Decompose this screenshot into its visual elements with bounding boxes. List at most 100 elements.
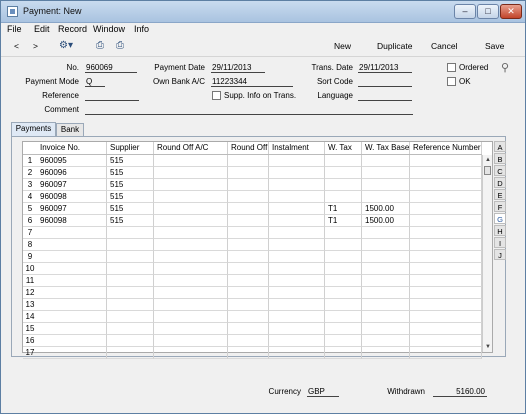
table-cell[interactable]: 1500.00 — [362, 215, 410, 227]
language-field[interactable] — [358, 91, 412, 101]
menu-file[interactable]: File — [7, 24, 22, 34]
table-cell[interactable] — [154, 311, 228, 323]
table-cell[interactable] — [37, 323, 107, 335]
vertical-scrollbar[interactable]: ▲ ▼ — [482, 155, 492, 352]
table-cell[interactable] — [362, 179, 410, 191]
payment-date-field[interactable]: 29/11/2013 — [211, 63, 265, 73]
save-button[interactable]: Save — [485, 41, 504, 51]
table-cell[interactable] — [362, 239, 410, 251]
duplicate-button[interactable]: Duplicate — [377, 41, 412, 51]
maximize-button[interactable]: □ — [477, 4, 499, 19]
table-cell[interactable] — [37, 275, 107, 287]
tab-bank[interactable]: Bank — [56, 123, 84, 136]
menu-window[interactable]: Window — [93, 24, 125, 34]
table-cell[interactable] — [37, 227, 107, 239]
table-cell[interactable] — [107, 287, 154, 299]
letter-tab-h[interactable]: H — [494, 225, 506, 236]
table-cell[interactable] — [269, 299, 325, 311]
letter-tab-e[interactable]: E — [494, 189, 506, 200]
table-cell[interactable] — [228, 311, 269, 323]
table-cell[interactable] — [325, 167, 362, 179]
table-cell[interactable] — [362, 191, 410, 203]
table-cell[interactable] — [325, 347, 362, 359]
cancel-button[interactable]: Cancel — [431, 41, 457, 51]
table-cell[interactable] — [37, 347, 107, 359]
table-cell[interactable] — [269, 335, 325, 347]
table-cell[interactable] — [410, 227, 482, 239]
table-cell[interactable] — [154, 191, 228, 203]
table-cell[interactable] — [154, 335, 228, 347]
table-cell[interactable] — [269, 167, 325, 179]
forward-button[interactable]: > — [33, 41, 38, 51]
table-cell[interactable] — [325, 335, 362, 347]
table-cell[interactable] — [269, 155, 325, 167]
table-cell[interactable] — [269, 251, 325, 263]
table-cell[interactable] — [410, 167, 482, 179]
table-cell[interactable]: 515 — [107, 167, 154, 179]
table-cell[interactable] — [410, 191, 482, 203]
menu-info[interactable]: Info — [134, 24, 149, 34]
table-cell[interactable] — [228, 347, 269, 359]
table-cell[interactable] — [410, 347, 482, 359]
table-cell[interactable] — [325, 275, 362, 287]
table-cell[interactable] — [325, 323, 362, 335]
table-cell[interactable] — [362, 275, 410, 287]
ok-checkbox[interactable] — [447, 77, 456, 86]
letter-tab-c[interactable]: C — [494, 165, 506, 176]
table-cell[interactable] — [107, 239, 154, 251]
table-cell[interactable] — [269, 323, 325, 335]
table-cell[interactable] — [269, 239, 325, 251]
table-cell[interactable] — [228, 215, 269, 227]
table-cell[interactable] — [410, 263, 482, 275]
table-cell[interactable] — [325, 155, 362, 167]
table-cell[interactable] — [107, 299, 154, 311]
table-cell[interactable] — [325, 179, 362, 191]
table-cell[interactable] — [325, 311, 362, 323]
table-cell[interactable]: 515 — [107, 155, 154, 167]
table-cell[interactable] — [269, 263, 325, 275]
table-cell[interactable] — [228, 239, 269, 251]
table-cell[interactable] — [362, 347, 410, 359]
table-cell[interactable] — [410, 215, 482, 227]
table-cell[interactable]: 960096 — [37, 167, 107, 179]
table-cell[interactable] — [269, 203, 325, 215]
table-cell[interactable] — [269, 215, 325, 227]
table-cell[interactable] — [228, 179, 269, 191]
own-bank-field[interactable]: 11223344 — [211, 77, 293, 87]
table-cell[interactable] — [362, 263, 410, 275]
table-cell[interactable] — [37, 311, 107, 323]
table-cell[interactable] — [37, 239, 107, 251]
table-cell[interactable]: 960098 — [37, 215, 107, 227]
table-cell[interactable] — [410, 311, 482, 323]
table-cell[interactable] — [228, 251, 269, 263]
table-cell[interactable] — [107, 263, 154, 275]
table-cell[interactable]: T1 — [325, 203, 362, 215]
table-cell[interactable] — [410, 203, 482, 215]
table-cell[interactable] — [325, 191, 362, 203]
table-cell[interactable] — [410, 179, 482, 191]
table-cell[interactable] — [269, 179, 325, 191]
table-cell[interactable] — [154, 347, 228, 359]
table-cell[interactable] — [410, 287, 482, 299]
table-cell[interactable] — [154, 155, 228, 167]
table-cell[interactable]: 1500.00 — [362, 203, 410, 215]
no-field[interactable]: 960069 — [85, 63, 137, 73]
table-cell[interactable] — [269, 311, 325, 323]
table-cell[interactable]: 515 — [107, 203, 154, 215]
paperclip-icon[interactable]: ⚲ — [501, 61, 509, 74]
table-cell[interactable] — [107, 227, 154, 239]
minimize-button[interactable]: – — [454, 4, 476, 19]
table-cell[interactable] — [362, 299, 410, 311]
table-cell[interactable] — [325, 227, 362, 239]
table-cell[interactable] — [37, 287, 107, 299]
sort-code-field[interactable] — [358, 77, 412, 87]
table-cell[interactable] — [228, 155, 269, 167]
back-button[interactable]: < — [14, 41, 19, 51]
close-button[interactable]: ✕ — [500, 4, 522, 19]
table-cell[interactable] — [362, 311, 410, 323]
table-cell[interactable] — [107, 335, 154, 347]
scroll-thumb[interactable] — [484, 166, 491, 175]
table-cell[interactable]: 515 — [107, 215, 154, 227]
table-cell[interactable] — [154, 179, 228, 191]
table-cell[interactable] — [362, 287, 410, 299]
